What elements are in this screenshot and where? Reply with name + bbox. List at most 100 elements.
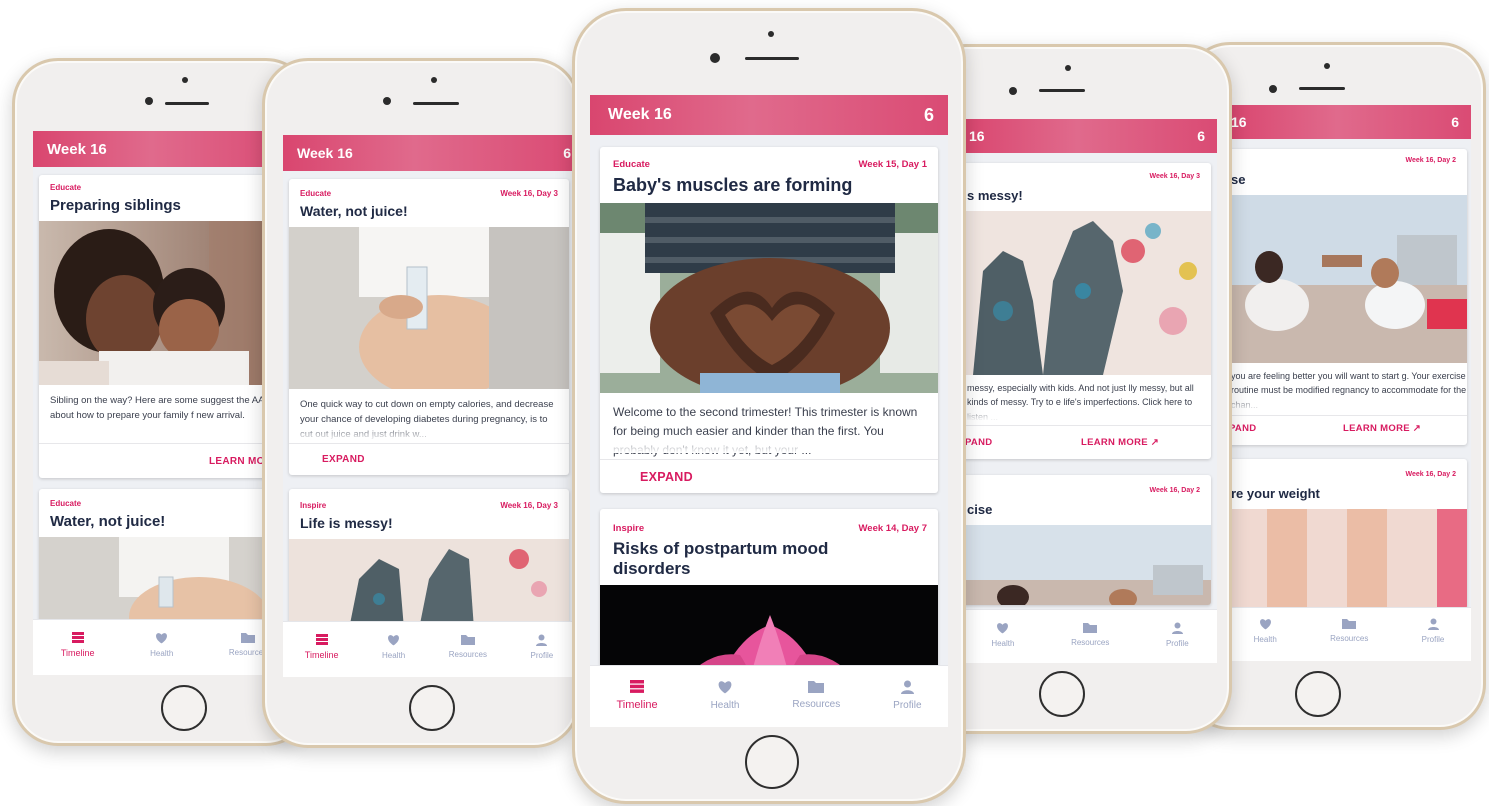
person-icon	[1171, 622, 1183, 634]
card-day: Week 14, Day 7	[858, 523, 927, 534]
learn-more-button[interactable]: LEARN MORE ↗	[1081, 437, 1159, 448]
timeline-card[interactable]: Educate We Water, not juice!	[39, 489, 289, 639]
phone-screen-3: Week 16 6 Educate Week 15, Day 1 Baby's …	[590, 95, 948, 727]
card-divider	[289, 443, 569, 444]
card-image	[1227, 195, 1467, 363]
nav-health[interactable]: Health	[711, 680, 739, 711]
list-icon	[71, 632, 84, 643]
text-fade	[1227, 395, 1467, 411]
nav-label: Health	[150, 649, 174, 658]
week-badge: 6	[923, 104, 934, 125]
nav-timeline[interactable]: Timeline	[304, 634, 339, 660]
card-image	[963, 211, 1211, 375]
painted-hands-photo	[963, 211, 1211, 375]
nav-label: Resources	[1330, 634, 1369, 643]
sensor-icon	[1065, 65, 1071, 71]
card-title: s messy!	[967, 188, 1023, 203]
nav-timeline[interactable]: Timeline	[616, 680, 658, 711]
timeline-card[interactable]: Inspire Week 16, Day 3 Life is messy!	[289, 489, 569, 629]
timeline-card[interactable]: Week 16, Day 3 s messy! messy, especiall…	[963, 163, 1211, 459]
list-icon	[630, 680, 645, 693]
home-button[interactable]	[1295, 671, 1341, 717]
card-title: cise	[967, 502, 993, 517]
timeline-card[interactable]: Week 16, Day 2 re your weight	[1227, 459, 1467, 609]
nav-profile[interactable]: Profile	[531, 634, 553, 660]
card-category: Educate	[50, 183, 82, 192]
card-title: Risks of postpartum mood disorders	[613, 539, 829, 578]
card-day: Week 16, Day 2	[1149, 487, 1200, 494]
home-button[interactable]	[745, 735, 799, 789]
list-icon	[315, 634, 328, 645]
person-icon	[1427, 618, 1439, 630]
week-badge: 6	[1197, 128, 1205, 144]
nav-profile[interactable]: Profile	[1166, 622, 1189, 648]
card-title: Water, not juice!	[50, 513, 166, 530]
card-category: Inspire	[613, 523, 645, 534]
person-icon	[900, 680, 914, 694]
expand-button[interactable]: EXPAND	[322, 454, 365, 465]
timeline-card[interactable]: Week 16, Day 2 cise	[963, 475, 1211, 605]
card-meta: Inspire Week 14, Day 7	[600, 523, 938, 534]
week-header: Week 16 6	[283, 135, 575, 171]
nav-label: Resources	[1071, 638, 1110, 647]
card-category: Educate	[613, 159, 650, 170]
week-label: 16	[969, 128, 985, 144]
nav-label: Resources	[792, 699, 841, 710]
expand-button[interactable]: EXPAND	[640, 470, 693, 484]
timeline-card[interactable]: Inspire Week 14, Day 7 Risks of postpart…	[600, 509, 938, 679]
nav-resources[interactable]: Resources	[1071, 622, 1109, 647]
phone-screen-5: 16 6 Week 16, Day 2 se you are feeling b…	[1227, 105, 1471, 661]
timeline-card[interactable]: Educate Week 16, Day 3 Water, not juice!…	[289, 179, 569, 475]
timeline-card[interactable]: Educate Week 15, Day 1 Baby's muscles ar…	[600, 147, 938, 493]
nav-label: Timeline	[616, 699, 658, 711]
card-title: re your weight	[1231, 486, 1320, 501]
nav-health[interactable]: Health	[1254, 618, 1277, 644]
card-category: Educate	[50, 499, 82, 508]
learn-more-button[interactable]: LEARN MORE ↗	[1343, 423, 1421, 434]
card-meta: Inspire Week 16, Day 3	[289, 501, 569, 510]
nav-profile[interactable]: Profile	[1421, 618, 1445, 644]
home-button[interactable]	[1039, 671, 1085, 717]
nav-resources[interactable]: Resources	[1330, 618, 1368, 643]
nav-label: Profile	[893, 700, 922, 711]
nav-label: Profile	[1421, 635, 1445, 644]
card-title: se	[1231, 172, 1246, 187]
heart-icon	[718, 681, 732, 694]
phone-screen-1: Week 16 Educate We Preparing siblings	[33, 131, 295, 675]
nav-resources[interactable]: Resources	[792, 680, 840, 710]
nav-label: Timeline	[60, 648, 95, 658]
nav-label: Timeline	[304, 650, 339, 660]
card-category: Educate	[300, 189, 332, 198]
home-button[interactable]	[161, 685, 207, 731]
person-icon	[536, 634, 548, 646]
nav-health[interactable]: Health	[991, 622, 1014, 648]
painted-hands-photo	[289, 539, 569, 629]
card-day: Week 16, Day 2	[1405, 157, 1456, 164]
home-button[interactable]	[409, 685, 455, 731]
card-title: Baby's muscles are forming	[613, 175, 853, 195]
timeline-card[interactable]: Educate We Preparing siblings	[39, 175, 289, 478]
nav-health[interactable]: Health	[150, 632, 173, 658]
nav-label: Health	[991, 639, 1015, 648]
expand-button[interactable]: PAND	[965, 437, 992, 448]
nav-profile[interactable]: Profile	[893, 680, 922, 711]
card-image	[289, 539, 569, 629]
card-title: Preparing siblings	[50, 197, 181, 214]
nav-timeline[interactable]: Timeline	[61, 632, 95, 658]
week-label: Week 16	[47, 140, 107, 158]
text-fade	[963, 405, 1211, 421]
timeline-card[interactable]: Week 16, Day 2 se you are feeling better…	[1227, 149, 1467, 445]
nav-label: Health	[1253, 635, 1277, 644]
card-day: Week 16, Day 3	[500, 501, 558, 510]
card-meta: Week 16, Day 2	[963, 487, 1211, 494]
card-category: Inspire	[300, 501, 327, 510]
phone-frame-3: Week 16 6 Educate Week 15, Day 1 Baby's …	[572, 8, 966, 804]
sensor-icon	[1324, 63, 1330, 69]
expand-button[interactable]: PAND	[1229, 423, 1256, 434]
nav-health[interactable]: Health	[382, 634, 405, 660]
card-title: Life is messy!	[300, 515, 393, 531]
nav-resources[interactable]: Resources	[449, 634, 487, 659]
card-image	[963, 525, 1211, 605]
nav-label: Resources	[448, 650, 487, 659]
exercise-photo	[963, 525, 1211, 605]
